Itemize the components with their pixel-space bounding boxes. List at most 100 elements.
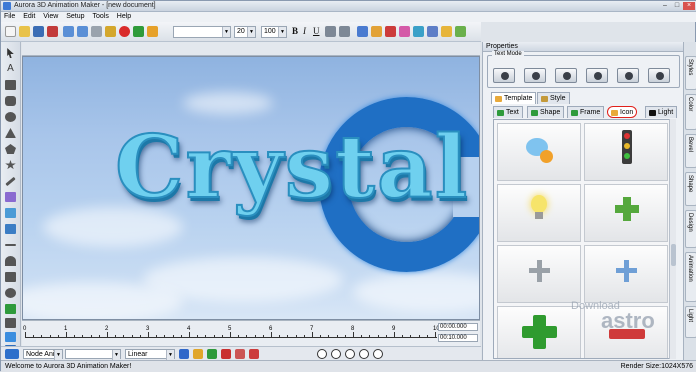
- 3d-text-object[interactable]: Crystal: [114, 116, 469, 219]
- menu-setup[interactable]: Setup: [63, 12, 87, 21]
- pen-icon[interactable]: [5, 208, 16, 218]
- menu-file[interactable]: File: [1, 12, 18, 21]
- image-icon[interactable]: [455, 26, 466, 37]
- align-center-icon[interactable]: [339, 26, 350, 37]
- tab-style[interactable]: Style: [537, 92, 570, 104]
- underline-button[interactable]: U: [313, 26, 320, 36]
- rectangle-icon[interactable]: [5, 80, 16, 90]
- stop-icon[interactable]: [359, 349, 369, 359]
- keyframe-select[interactable]: ▼: [65, 349, 121, 360]
- prev-frame-icon[interactable]: [331, 349, 341, 359]
- tab-shape[interactable]: Shape: [527, 106, 565, 118]
- save-icon[interactable]: [33, 26, 44, 37]
- text-icon[interactable]: A: [5, 64, 16, 74]
- camera-icon[interactable]: [427, 26, 438, 37]
- light-icon[interactable]: [413, 26, 424, 37]
- redo-icon[interactable]: [77, 26, 88, 37]
- side-tab-light[interactable]: Light: [685, 306, 696, 338]
- delete-key-icon[interactable]: [235, 349, 245, 359]
- clear-keys-icon[interactable]: [249, 349, 259, 359]
- menu-edit[interactable]: Edit: [20, 12, 38, 21]
- maximize-button[interactable]: □: [671, 2, 683, 10]
- play-icon[interactable]: [345, 349, 355, 359]
- pentagon-icon[interactable]: [5, 144, 16, 154]
- cube-icon[interactable]: [385, 26, 396, 37]
- apply-icon[interactable]: [133, 26, 144, 37]
- rounded-rect-icon[interactable]: [5, 96, 16, 106]
- tab-text[interactable]: Text: [493, 106, 523, 118]
- tab-frame[interactable]: Frame: [567, 106, 605, 118]
- gallery-scrollbar[interactable]: [669, 119, 676, 359]
- next-frame-icon[interactable]: [373, 349, 383, 359]
- delete-icon[interactable]: [119, 26, 130, 37]
- gallery-item-bulb[interactable]: [497, 184, 581, 242]
- key-add-icon[interactable]: [193, 349, 203, 359]
- gallery-item-blue-plus[interactable]: [584, 245, 668, 303]
- text-mode-1-button[interactable]: [493, 68, 515, 83]
- star-icon[interactable]: [5, 160, 16, 170]
- undo-icon[interactable]: [63, 26, 74, 37]
- gallery-item-chat[interactable]: [497, 123, 581, 181]
- side-tab-styles[interactable]: Styles: [685, 56, 696, 90]
- ellipse-icon[interactable]: [5, 112, 16, 122]
- path-icon[interactable]: [5, 192, 16, 202]
- circle-icon[interactable]: [5, 288, 16, 298]
- current-time-field[interactable]: 00:00.000: [438, 323, 478, 331]
- tab-template[interactable]: Template: [491, 92, 537, 104]
- text-mode-3-button[interactable]: [555, 68, 577, 83]
- menu-help[interactable]: Help: [114, 12, 134, 21]
- triangle-icon[interactable]: [5, 128, 16, 138]
- open-icon[interactable]: [19, 26, 30, 37]
- minimize-button[interactable]: –: [659, 2, 671, 10]
- timeline-track[interactable]: 0 1 2 3 4 5 6 7 8 9 10: [23, 326, 440, 338]
- loop-icon[interactable]: [179, 349, 189, 359]
- side-tab-animation[interactable]: Animation: [685, 252, 696, 302]
- edit-icon[interactable]: [147, 26, 158, 37]
- divider-tool-icon[interactable]: [5, 244, 16, 246]
- shape-tool-icon[interactable]: [371, 26, 382, 37]
- side-tab-color[interactable]: Color: [685, 94, 696, 130]
- arch-icon[interactable]: [5, 256, 16, 266]
- export-icon[interactable]: [47, 26, 58, 37]
- gallery-item-traffic-light[interactable]: [584, 123, 668, 181]
- close-button[interactable]: ×: [683, 2, 695, 10]
- scroll-thumb[interactable]: [671, 244, 676, 266]
- tab-icon[interactable]: Icon: [607, 106, 638, 118]
- gallery-item-gray-plus[interactable]: [497, 245, 581, 303]
- remove-key-icon[interactable]: [221, 349, 231, 359]
- menu-view[interactable]: View: [40, 12, 61, 21]
- cut-icon[interactable]: [91, 26, 102, 37]
- 3d-preview-canvas[interactable]: Crystal: [22, 56, 480, 320]
- cloud-icon[interactable]: [5, 332, 16, 342]
- text-tool-icon[interactable]: [357, 26, 368, 37]
- render-icon[interactable]: [441, 26, 452, 37]
- zoom-select[interactable]: 100 ▼: [261, 26, 287, 38]
- pointer-icon[interactable]: [7, 48, 14, 58]
- svg-import-icon[interactable]: [5, 224, 16, 234]
- side-tab-shape[interactable]: Shape: [685, 172, 696, 206]
- menu-tools[interactable]: Tools: [90, 12, 112, 21]
- interpolation-select[interactable]: Linear ▼: [125, 349, 175, 360]
- add-key-icon[interactable]: [207, 349, 217, 359]
- font-size-select[interactable]: 20 ▼: [234, 26, 256, 38]
- line-icon[interactable]: [5, 176, 16, 187]
- node-anim-select[interactable]: Node Ani ▼: [23, 349, 63, 360]
- new-icon[interactable]: [5, 26, 16, 37]
- side-tab-bevel[interactable]: Bevel: [685, 134, 696, 168]
- tab-light[interactable]: Light: [645, 106, 678, 118]
- align-left-icon[interactable]: [325, 26, 336, 37]
- chart-icon[interactable]: [5, 304, 16, 314]
- text-mode-5-button[interactable]: [617, 68, 639, 83]
- animation-icon[interactable]: [5, 349, 19, 359]
- total-time-field[interactable]: 00:10.000: [438, 334, 478, 342]
- gallery-item-green-plus[interactable]: [584, 184, 668, 242]
- copy-icon[interactable]: [105, 26, 116, 37]
- italic-button[interactable]: I: [303, 26, 306, 36]
- material-icon[interactable]: [399, 26, 410, 37]
- first-frame-icon[interactable]: [317, 349, 327, 359]
- text-mode-4-button[interactable]: [586, 68, 608, 83]
- text-mode-6-button[interactable]: [648, 68, 670, 83]
- side-tab-design[interactable]: Design: [685, 210, 696, 248]
- box-icon[interactable]: [5, 318, 16, 328]
- font-family-select[interactable]: ▼: [173, 26, 231, 38]
